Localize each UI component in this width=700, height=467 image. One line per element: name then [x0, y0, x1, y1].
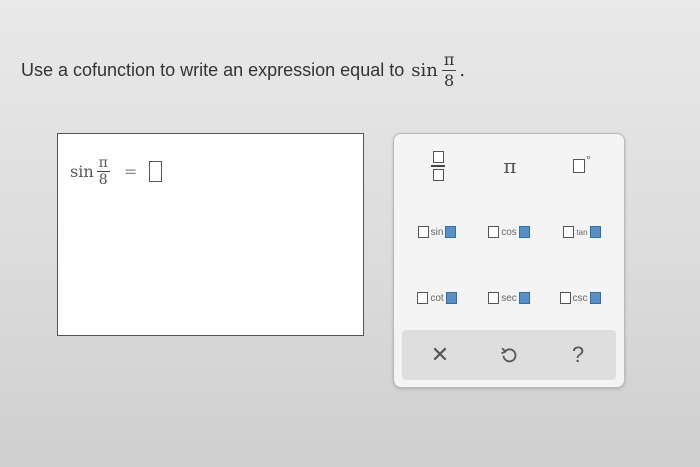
sec-label: sec [501, 292, 517, 304]
sec-button[interactable]: sec [478, 286, 540, 310]
degree-template-icon: ° [573, 155, 591, 173]
question-expression: sin π 8 . [411, 52, 465, 89]
question-func: sin [411, 60, 438, 81]
cot-button[interactable]: cot [406, 286, 468, 310]
question-denominator: 8 [443, 71, 455, 90]
degree-button[interactable]: ° [560, 146, 604, 186]
csc-button[interactable]: csc [549, 286, 611, 310]
action-bar: ✕ ? [402, 330, 616, 380]
undo-button[interactable] [489, 330, 529, 380]
csc-label: csc [572, 292, 588, 304]
question-period: . [459, 60, 466, 81]
question-numerator: π [443, 50, 455, 69]
pi-button[interactable]: π [488, 146, 532, 186]
equals-sign: = [123, 162, 138, 181]
answer-func: sin [70, 162, 94, 181]
sin-button[interactable]: sin [406, 220, 468, 244]
close-icon: ✕ [430, 342, 450, 367]
answer-denominator: 8 [98, 172, 108, 188]
fraction-template-button[interactable] [416, 146, 460, 186]
question-prompt: Use a cofunction to write an expression … [21, 52, 465, 89]
answer-input[interactable] [149, 161, 163, 182]
tan-button[interactable]: tan [554, 220, 610, 244]
answer-box[interactable]: sin π 8 = [57, 133, 364, 336]
cos-button[interactable]: cos [478, 220, 540, 244]
tan-label: tan [576, 227, 588, 237]
clear-button[interactable]: ✕ [420, 330, 460, 380]
answer-fraction: π 8 [96, 155, 110, 188]
help-button[interactable]: ? [558, 330, 598, 380]
answer-numerator: π [98, 155, 108, 171]
answer-expression: sin π 8 = [70, 155, 163, 188]
fraction-template-icon [431, 151, 445, 181]
sin-label: sin [430, 226, 444, 238]
cot-label: cot [430, 292, 444, 304]
math-palette: π ° sin cos tan cot sec csc ✕ ? [393, 133, 625, 388]
cos-label: cos [501, 226, 517, 238]
help-icon: ? [571, 342, 585, 367]
question-fraction: π 8 [441, 50, 457, 90]
undo-icon [501, 347, 517, 363]
question-text: Use a cofunction to write an expression … [21, 60, 405, 80]
